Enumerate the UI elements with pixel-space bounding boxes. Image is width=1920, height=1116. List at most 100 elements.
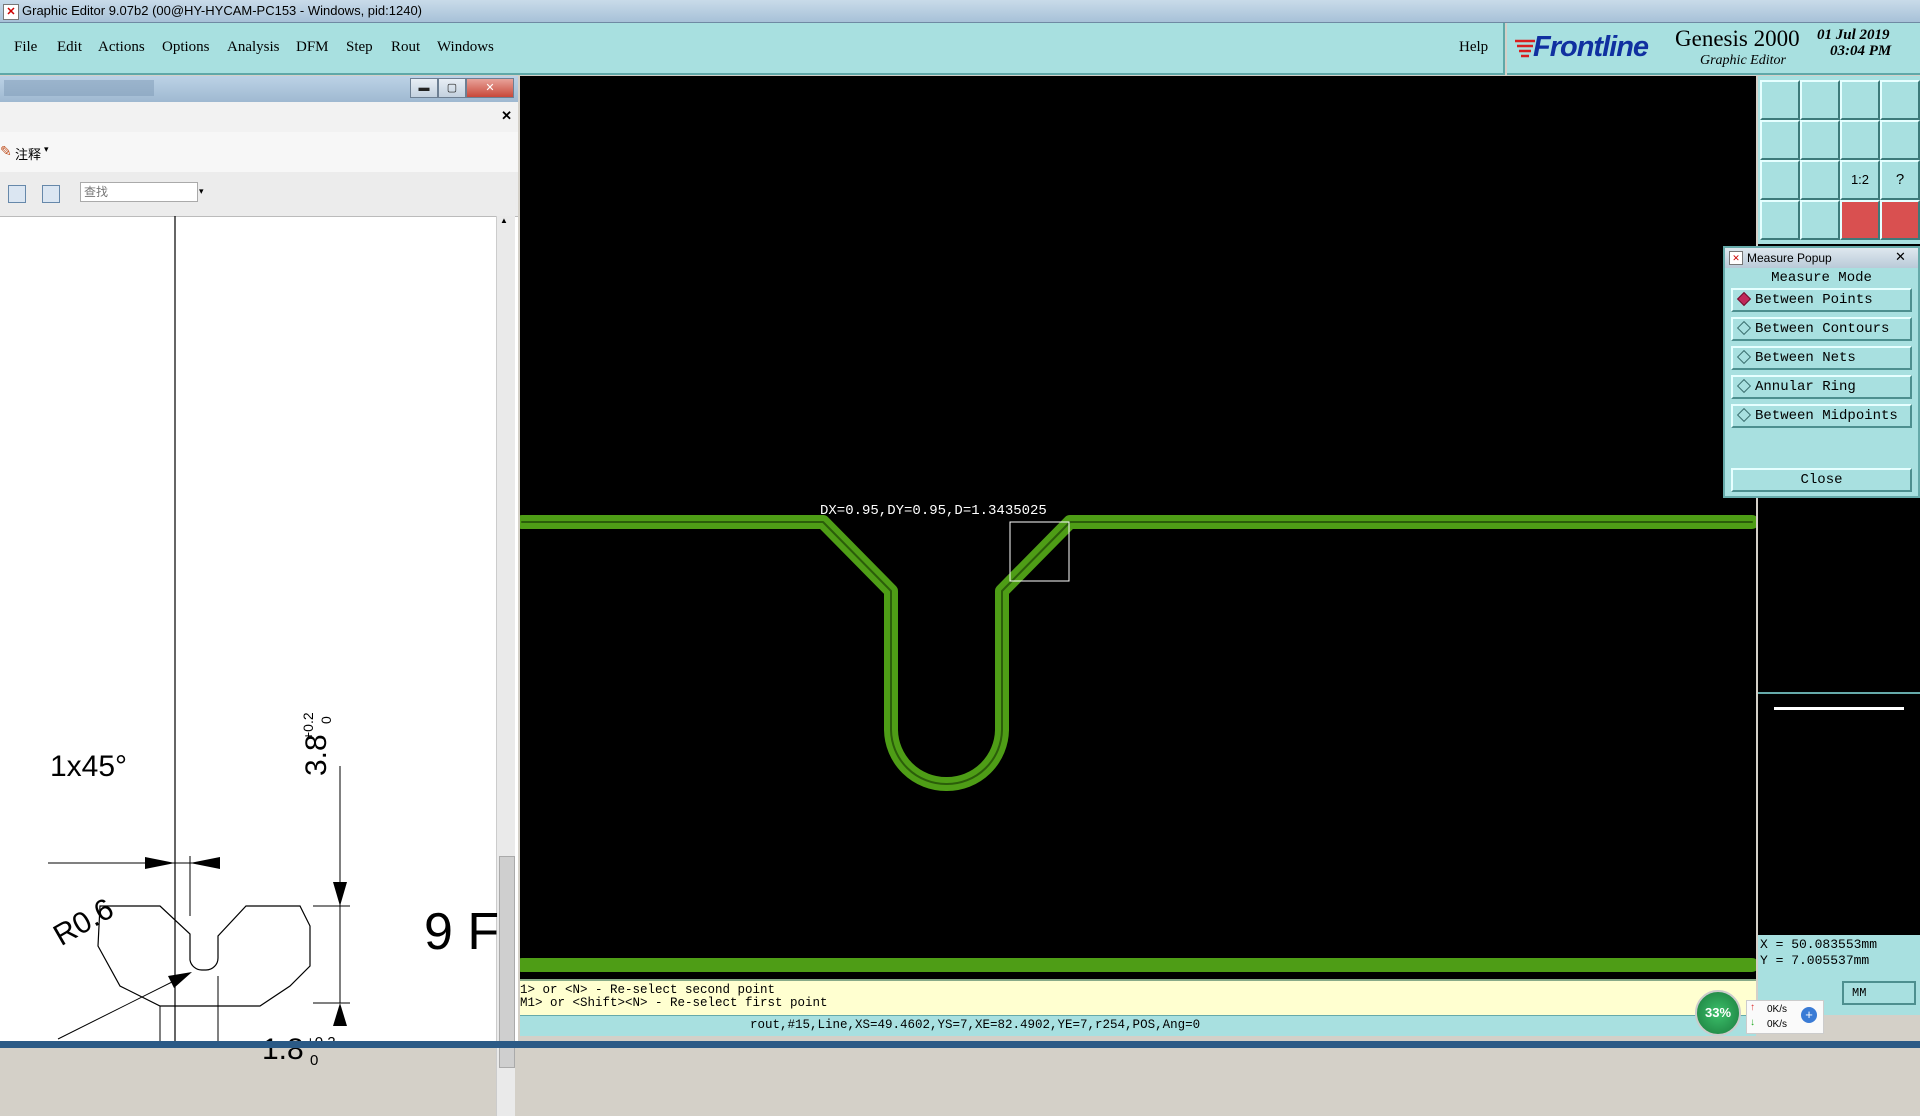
popup-icon: ✕ xyxy=(1729,251,1743,265)
measure-mode-header: Measure Mode xyxy=(1771,270,1872,286)
close-button[interactable]: ✕ xyxy=(466,78,514,98)
annotation-menu[interactable]: 注释 xyxy=(15,144,41,163)
one-to-one-icon[interactable]: 1:2 xyxy=(1840,160,1880,200)
menu-step[interactable]: Step xyxy=(346,39,373,56)
menu-analysis[interactable]: Analysis xyxy=(227,39,280,56)
window-title: Graphic Editor 9.07b2 (00@HY-HYCAM-PC153… xyxy=(22,3,423,18)
product-name: Genesis 2000 xyxy=(1675,26,1800,51)
units-selector[interactable]: MM xyxy=(1842,981,1916,1005)
radio-icon xyxy=(1736,407,1752,422)
chamfer-label: 1x45° xyxy=(50,750,128,783)
network-speed: ↑ 0K/s ↓ 0K/s + xyxy=(1746,1000,1824,1034)
frontline-logo: Frontline xyxy=(1533,31,1649,63)
product-subtitle: Graphic Editor xyxy=(1700,53,1786,68)
help-icon[interactable]: ? xyxy=(1880,160,1920,200)
coord-x: X = 50.083553mm xyxy=(1760,937,1878,952)
viewer-toolbar-top: ✕ xyxy=(0,102,518,133)
mode-between-midpoints[interactable]: Between Midpoints xyxy=(1731,404,1912,428)
time-display: 03:04 PM xyxy=(1830,43,1892,59)
measure-popup: ✕ Measure Popup ✕ Measure Mode Between P… xyxy=(1723,246,1920,498)
viewer-tab[interactable] xyxy=(4,80,154,96)
move-right-icon[interactable] xyxy=(1800,120,1840,160)
download-arrow-icon: ↓ xyxy=(1750,1017,1755,1028)
menu-edit[interactable]: Edit xyxy=(57,39,82,56)
net-tool-icon[interactable] xyxy=(1880,200,1920,240)
coordinate-readout: X = 50.083553mm Y = 7.005537mm xyxy=(1758,935,1920,979)
rout-tool-icon[interactable] xyxy=(1840,200,1880,240)
network-meter[interactable]: 33% xyxy=(1695,990,1741,1036)
right-panel: 1:2 ? xyxy=(1758,76,1920,979)
layer-preview xyxy=(1774,707,1904,710)
prompt-line-2: M1> or <Shift><N> - Re-select first poin… xyxy=(520,996,828,1010)
width-label: 1.8 xyxy=(262,1033,304,1066)
annotation-toolbar: ✎ 注释 ▾ xyxy=(0,132,518,173)
measure-popup-titlebar: ✕ Measure Popup ✕ xyxy=(1725,248,1918,268)
menu-rout[interactable]: Rout xyxy=(391,39,420,56)
menu-windows[interactable]: Windows xyxy=(437,39,494,56)
download-speed: 0K/s xyxy=(1767,1019,1788,1030)
upload-arrow-icon: ↑ xyxy=(1750,1002,1755,1013)
radio-icon xyxy=(1736,378,1752,393)
edit-tool-icon[interactable] xyxy=(1760,200,1800,240)
mode-between-contours[interactable]: Between Contours xyxy=(1731,317,1912,341)
home-icon[interactable] xyxy=(1840,80,1880,120)
search-dropdown-icon[interactable]: ▾ xyxy=(199,186,204,197)
window-title-bar: ✕ Graphic Editor 9.07b2 (00@HY-HYCAM-PC1… xyxy=(0,0,1920,23)
upload-speed: 0K/s xyxy=(1767,1004,1788,1015)
brand-area: Frontline Genesis 2000 Graphic Editor 01… xyxy=(1507,23,1920,75)
search-toolbar: ▾ xyxy=(0,172,518,217)
shift-left-icon[interactable] xyxy=(1840,120,1880,160)
prompt-line-1: 1> or <N> - Re-select second point xyxy=(520,983,776,997)
annotation-icon[interactable]: ✎ xyxy=(0,143,12,160)
graphic-canvas[interactable]: DX=0.95,DY=0.95,D=1.3435025 xyxy=(520,76,1756,979)
pin-icon[interactable] xyxy=(1800,200,1840,240)
shift-right-icon[interactable] xyxy=(1880,120,1920,160)
feature-info: rout,#15,Line,XS=49.4602,YS=7,XE=82.4902… xyxy=(750,1018,1201,1032)
prompt-area: 1> or <N> - Re-select second point M1> o… xyxy=(520,979,1756,1017)
pdf-viewer-panel: ▬ ▢ ✕ ✕ ✎ 注释 ▾ ▾ ▲ xyxy=(0,76,518,1116)
fit-height-icon[interactable] xyxy=(1800,160,1840,200)
measure-close-button[interactable]: Close xyxy=(1731,468,1912,492)
move-down-icon[interactable] xyxy=(1800,80,1840,120)
mode-annular-ring[interactable]: Annular Ring xyxy=(1731,375,1912,399)
viewer-title-bar: ▬ ▢ ✕ xyxy=(0,76,518,102)
taskbar xyxy=(0,1041,1920,1048)
scroll-thumb[interactable] xyxy=(499,856,515,1068)
coord-y: Y = 7.005537mm xyxy=(1760,953,1870,968)
depth-tol-upper: +0.2 xyxy=(300,712,316,740)
radio-selected-icon xyxy=(1736,291,1752,306)
search-input[interactable] xyxy=(80,182,198,202)
divider xyxy=(1758,692,1920,694)
date-display: 01 Jul 2019 xyxy=(1817,27,1890,43)
scroll-up-icon[interactable]: ▲ xyxy=(500,216,508,225)
menu-help[interactable]: Help xyxy=(1459,39,1488,56)
move-left-icon[interactable] xyxy=(1760,120,1800,160)
measure-popup-title: Measure Popup xyxy=(1747,251,1832,265)
fit-all-icon[interactable] xyxy=(1760,160,1800,200)
menu-file[interactable]: File xyxy=(14,39,37,56)
radio-icon xyxy=(1736,349,1752,364)
popup-close-icon[interactable]: ✕ xyxy=(1895,249,1906,265)
fit-page-icon[interactable] xyxy=(42,185,60,203)
measure-readout: DX=0.95,DY=0.95,D=1.3435025 xyxy=(820,503,1047,519)
viewer-scrollbar[interactable]: ▲ xyxy=(496,216,515,1116)
annotation-dropdown-icon[interactable]: ▾ xyxy=(44,144,49,155)
app-icon: ✕ xyxy=(3,4,19,20)
width-tol-lower: 0 xyxy=(310,1052,319,1069)
menu-options[interactable]: Options xyxy=(162,39,210,56)
depth-label: 3.8 xyxy=(300,734,333,776)
radio-icon xyxy=(1736,320,1752,335)
move-up-icon[interactable] xyxy=(1760,80,1800,120)
maximize-button[interactable]: ▢ xyxy=(438,78,466,98)
rout-path-graphic xyxy=(520,515,1756,972)
save-icon[interactable] xyxy=(8,185,26,203)
mode-between-nets[interactable]: Between Nets xyxy=(1731,346,1912,370)
mode-between-points[interactable]: Between Points xyxy=(1731,288,1912,312)
menu-dfm[interactable]: DFM xyxy=(296,39,329,56)
menu-actions[interactable]: Actions xyxy=(98,39,145,56)
status-bar: rout,#15,Line,XS=49.4602,YS=7,XE=82.4902… xyxy=(520,1015,1756,1036)
add-icon[interactable]: + xyxy=(1801,1007,1817,1023)
minimize-button[interactable]: ▬ xyxy=(410,78,438,98)
split-view-icon[interactable] xyxy=(1880,80,1920,120)
close-pane-icon[interactable]: ✕ xyxy=(501,108,512,124)
